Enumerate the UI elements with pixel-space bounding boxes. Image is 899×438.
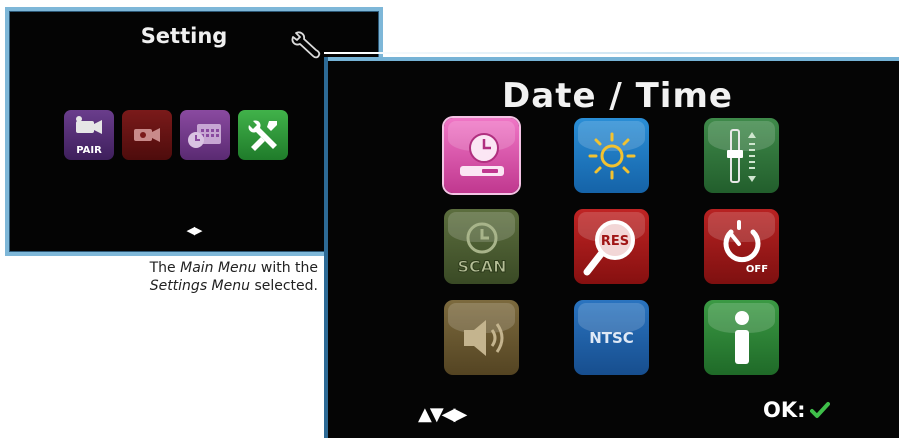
figure-caption: The Main Menu with the Settings Menu sel… <box>149 260 318 294</box>
brightness-icon[interactable] <box>574 118 649 193</box>
date-time-screen: Date / Time SCAN RES OFF NTSC ▲▼◀▶ OK: <box>324 57 899 438</box>
checkmark-icon <box>809 402 830 418</box>
main-menu-icons: PAIR <box>64 110 288 160</box>
volume-slider-icon[interactable] <box>704 118 779 193</box>
svg-text:OFF: OFF <box>745 264 767 275</box>
settings-icon-grid: SCAN RES OFF NTSC <box>444 118 779 375</box>
pair-label: PAIR <box>76 145 102 156</box>
ntsc-icon[interactable]: NTSC <box>574 300 649 375</box>
date-time-nav-arrows: ▲▼◀▶ <box>418 404 467 425</box>
divider-line <box>324 52 899 54</box>
info-icon[interactable] <box>704 300 779 375</box>
scan-icon[interactable]: SCAN <box>444 209 519 284</box>
pair-icon[interactable]: PAIR <box>64 110 114 160</box>
auto-off-icon[interactable]: OFF <box>704 209 779 284</box>
screen-top-border <box>324 57 899 61</box>
date-time-icon[interactable] <box>444 118 519 193</box>
ntsc-label: NTSC <box>589 328 634 347</box>
resolution-icon[interactable]: RES <box>574 209 649 284</box>
calendar-icon[interactable] <box>180 110 230 160</box>
camera-icon[interactable] <box>122 110 172 160</box>
ok-indicator: OK: <box>763 398 830 422</box>
ok-label: OK: <box>763 398 806 422</box>
wrench-tool-icon[interactable] <box>238 110 288 160</box>
svg-text:RES: RES <box>600 234 628 249</box>
svg-text:SCAN: SCAN <box>457 257 506 276</box>
date-time-title: Date / Time <box>502 76 733 116</box>
wrench-icon <box>291 31 321 59</box>
speaker-icon[interactable] <box>444 300 519 375</box>
